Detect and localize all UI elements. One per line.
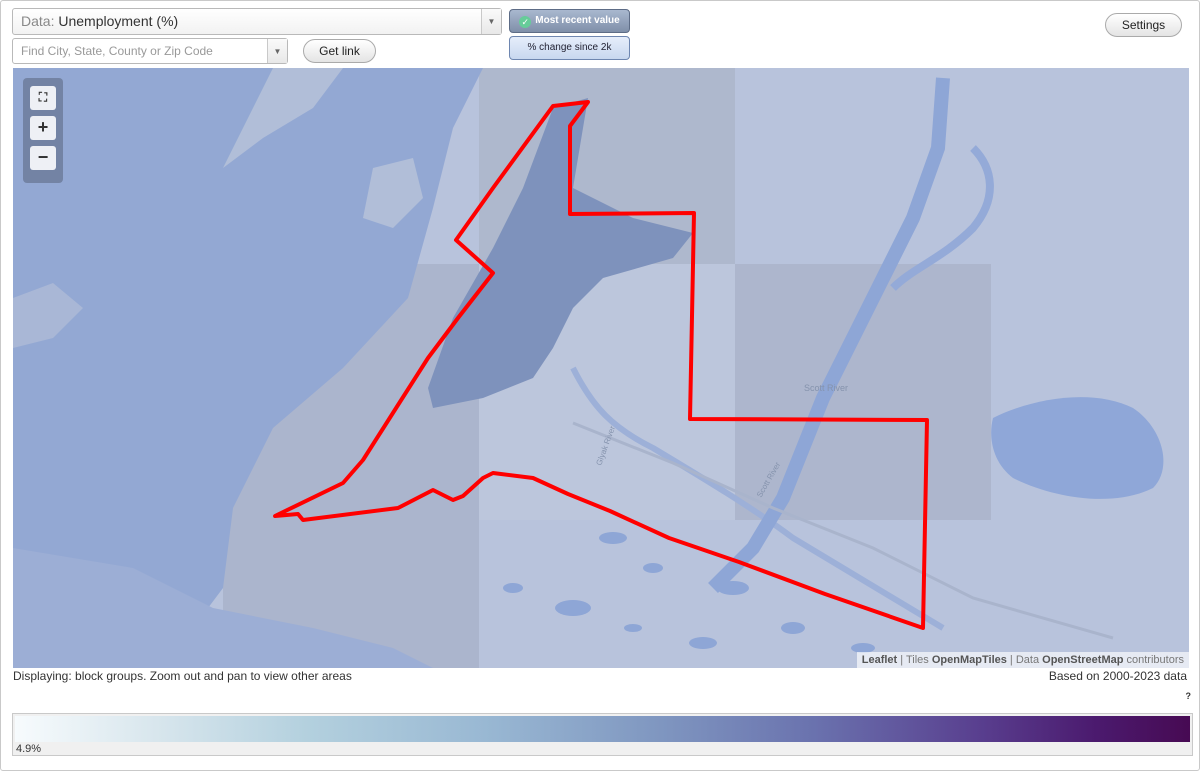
map-label: Scott River (804, 383, 848, 393)
most-recent-label: Most recent value (535, 15, 620, 26)
map-canvas[interactable]: Scott River Glyak River Scott River (13, 68, 1189, 668)
percent-change-toggle[interactable]: % change since 2k (509, 36, 630, 60)
most-recent-toggle[interactable]: ✓ Most recent value (509, 9, 630, 33)
fullscreen-icon[interactable]: ⛶ (30, 86, 56, 110)
zoom-out-button[interactable]: − (30, 146, 56, 170)
location-search[interactable]: ▼ (12, 38, 288, 64)
data-label: Data: (21, 13, 55, 29)
map-view[interactable]: Scott River Glyak River Scott River ⛶ + … (13, 68, 1189, 668)
openstreetmap-link[interactable]: OpenStreetMap (1042, 654, 1123, 666)
displaying-note: Displaying: block groups. Zoom out and p… (13, 669, 352, 683)
chevron-down-icon[interactable]: ▼ (481, 9, 501, 34)
data-value: Unemployment (%) (58, 13, 179, 29)
zoom-control: ⛶ + − (23, 78, 63, 183)
app-frame: Data: Unemployment (%) ▼ ▼ Get link ✓Mos… (0, 0, 1200, 771)
help-icon[interactable]: ? (1186, 691, 1192, 701)
leaflet-link[interactable]: Leaflet (862, 654, 897, 666)
data-select[interactable]: Data: Unemployment (%) ▼ (12, 8, 502, 35)
chevron-down-icon[interactable]: ▼ (267, 39, 287, 63)
map-attribution: Leaflet | Tiles OpenMapTiles | Data Open… (856, 652, 1189, 668)
checkmark-icon: ✓ (519, 16, 532, 28)
search-input[interactable] (13, 39, 268, 63)
get-link-button[interactable]: Get link (303, 39, 376, 63)
legend-gradient (15, 716, 1190, 742)
zoom-in-button[interactable]: + (30, 116, 56, 140)
color-legend: 4.9% (12, 713, 1193, 756)
data-range-note: Based on 2000-2023 data (1048, 669, 1187, 683)
legend-min-label: 4.9% (16, 743, 42, 755)
openmaptiles-link[interactable]: OpenMapTiles (932, 654, 1007, 666)
settings-button[interactable]: Settings (1105, 13, 1182, 37)
